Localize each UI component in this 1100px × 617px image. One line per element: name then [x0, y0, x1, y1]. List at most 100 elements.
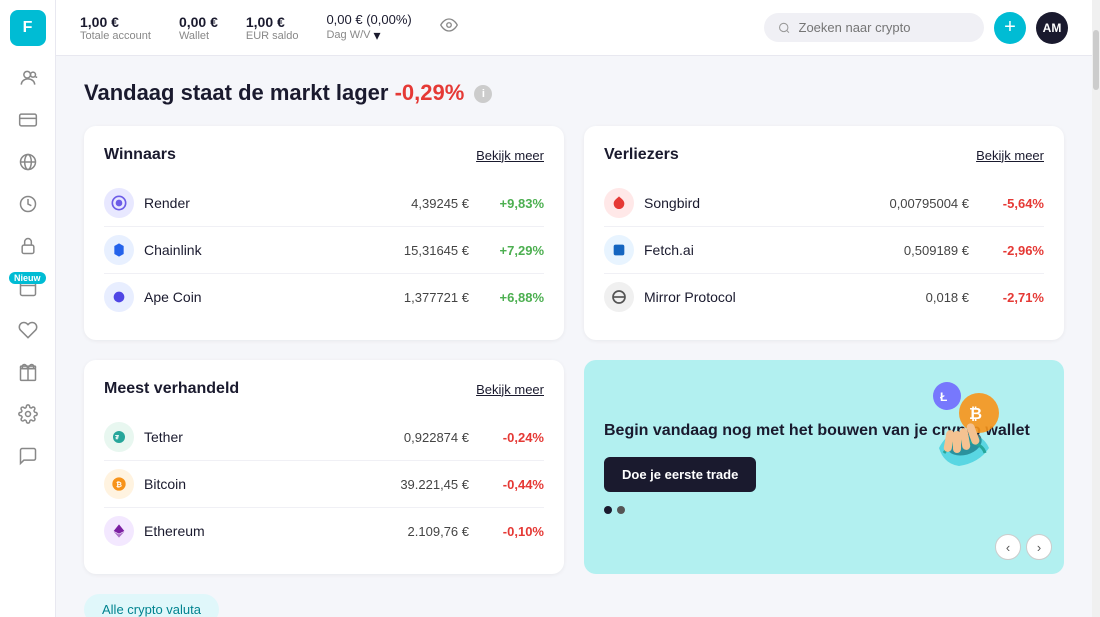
- avatar: AM: [1036, 12, 1068, 44]
- promo-prev-button[interactable]: ‹: [995, 534, 1021, 560]
- tether-change: -0,24%: [489, 430, 544, 445]
- dag-wv-chevron-icon: ▾: [373, 27, 380, 44]
- eur-saldo-stat: 1,00 € EUR saldo: [246, 14, 299, 42]
- mirror-change: -2,71%: [989, 290, 1044, 305]
- chainlink-price: 15,31645 €: [404, 243, 469, 258]
- sidebar-item-chat[interactable]: [10, 438, 46, 474]
- wallet-label: Wallet: [179, 30, 218, 42]
- bitcoin-icon: ₿: [104, 469, 134, 499]
- search-icon: [778, 21, 791, 35]
- sidebar-item-calendar[interactable]: Nieuw: [10, 270, 46, 306]
- sidebar: F Nieuw: [0, 0, 56, 617]
- bitcoin-price: 39.221,45 €: [400, 477, 469, 492]
- wallet-value: 0,00 €: [179, 14, 218, 30]
- coin-row-fetchai[interactable]: Fetch.ai 0,509189 € -2,96%: [604, 227, 1044, 274]
- tether-name: Tether: [144, 429, 394, 445]
- total-account-value: 1,00 €: [80, 14, 151, 30]
- dag-wv-label: Dag W/V: [326, 29, 370, 41]
- sidebar-logo[interactable]: F: [10, 10, 46, 46]
- winners-card: Winnaars Bekijk meer Render 4,39245 € +9…: [84, 126, 564, 340]
- mirror-name: Mirror Protocol: [644, 289, 916, 305]
- promo-button[interactable]: Doe je eerste trade: [604, 457, 756, 492]
- scrollbar[interactable]: [1092, 0, 1100, 617]
- winners-title: Winnaars: [104, 146, 176, 164]
- new-badge: Nieuw: [9, 272, 46, 284]
- svg-text:₮: ₮: [115, 435, 119, 442]
- coin-row-songbird[interactable]: Songbird 0,00795004 € -5,64%: [604, 180, 1044, 227]
- chainlink-change: +7,29%: [489, 243, 544, 258]
- coin-row-bitcoin[interactable]: ₿ Bitcoin 39.221,45 € -0,44%: [104, 461, 544, 508]
- header-right: + AM: [764, 12, 1068, 44]
- render-icon: [104, 188, 134, 218]
- most-traded-card: Meest verhandeld Bekijk meer ₮ Tether 0,…: [84, 360, 564, 574]
- svg-text:₿: ₿: [969, 405, 982, 423]
- apecoin-change: +6,88%: [489, 290, 544, 305]
- eur-saldo-value: 1,00 €: [246, 14, 299, 30]
- fetchai-icon: [604, 235, 634, 265]
- promo-dot-1[interactable]: [604, 506, 612, 514]
- dag-wv-stat: 0,00 € (0,00%) Dag W/V ▾: [326, 12, 411, 44]
- sidebar-item-card[interactable]: [10, 102, 46, 138]
- content-area: Vandaag staat de markt lager -0,29% i Wi…: [56, 56, 1092, 617]
- render-name: Render: [144, 195, 401, 211]
- losers-list: Songbird 0,00795004 € -5,64% Fetch.ai 0,…: [604, 180, 1044, 320]
- ethereum-price: 2.109,76 €: [408, 524, 469, 539]
- most-traded-list: ₮ Tether 0,922874 € -0,24% ₿ Bitcoin: [104, 414, 544, 554]
- songbird-price: 0,00795004 €: [889, 196, 969, 211]
- search-input[interactable]: [799, 20, 971, 35]
- ethereum-icon: [104, 516, 134, 546]
- promo-illustration: ₿ Ł: [909, 368, 1009, 478]
- wallet-stat: 0,00 € Wallet: [179, 14, 218, 42]
- info-icon[interactable]: i: [474, 85, 492, 103]
- coin-row-ethereum[interactable]: Ethereum 2.109,76 € -0,10%: [104, 508, 544, 554]
- songbird-name: Songbird: [644, 195, 879, 211]
- promo-card: Begin vandaag nog met het bouwen van je …: [584, 360, 1064, 574]
- render-price: 4,39245 €: [411, 196, 469, 211]
- fetchai-name: Fetch.ai: [644, 242, 894, 258]
- dag-wv-toggle[interactable]: Dag W/V ▾: [326, 27, 411, 44]
- coin-row-render[interactable]: Render 4,39245 € +9,83%: [104, 180, 544, 227]
- coin-row-chainlink[interactable]: Chainlink 15,31645 € +7,29%: [104, 227, 544, 274]
- promo-next-button[interactable]: ›: [1026, 534, 1052, 560]
- losers-bekijk-meer[interactable]: Bekijk meer: [976, 148, 1044, 163]
- promo-dots: [604, 506, 1044, 514]
- promo-navigation: ‹ ›: [995, 534, 1052, 560]
- sidebar-item-gift[interactable]: [10, 354, 46, 390]
- ethereum-change: -0,10%: [489, 524, 544, 539]
- search-box[interactable]: [764, 13, 984, 42]
- sidebar-item-globe[interactable]: [10, 144, 46, 180]
- promo-dot-2[interactable]: [617, 506, 625, 514]
- coin-row-mirror[interactable]: Mirror Protocol 0,018 € -2,71%: [604, 274, 1044, 320]
- coin-row-tether[interactable]: ₮ Tether 0,922874 € -0,24%: [104, 414, 544, 461]
- bottom-cards-row: Meest verhandeld Bekijk meer ₮ Tether 0,…: [84, 360, 1064, 574]
- winners-bekijk-meer[interactable]: Bekijk meer: [476, 148, 544, 163]
- sidebar-item-person[interactable]: [10, 60, 46, 96]
- header: 1,00 € Totale account 0,00 € Wallet 1,00…: [56, 0, 1092, 56]
- alle-crypto-button[interactable]: Alle crypto valuta: [84, 594, 219, 617]
- sidebar-item-heart[interactable]: [10, 312, 46, 348]
- apecoin-name: Ape Coin: [144, 289, 394, 305]
- sidebar-item-settings[interactable]: [10, 396, 46, 432]
- coin-row-apecoin[interactable]: Ape Coin 1,377721 € +6,88%: [104, 274, 544, 320]
- chainlink-name: Chainlink: [144, 242, 394, 258]
- sidebar-item-lock[interactable]: [10, 228, 46, 264]
- sidebar-item-clock[interactable]: [10, 186, 46, 222]
- tether-icon: ₮: [104, 422, 134, 452]
- fetchai-change: -2,96%: [989, 243, 1044, 258]
- fetchai-price: 0,509189 €: [904, 243, 969, 258]
- add-button[interactable]: +: [994, 12, 1026, 44]
- scrollbar-thumb[interactable]: [1093, 30, 1099, 90]
- losers-card: Verliezers Bekijk meer Songbird 0,007950…: [584, 126, 1064, 340]
- page-title: Vandaag staat de markt lager -0,29% i: [84, 80, 1064, 106]
- chainlink-icon: [104, 235, 134, 265]
- mirror-price: 0,018 €: [926, 290, 969, 305]
- losers-title: Verliezers: [604, 146, 679, 164]
- eye-icon[interactable]: [440, 16, 458, 39]
- apecoin-icon: [104, 282, 134, 312]
- apecoin-price: 1,377721 €: [404, 290, 469, 305]
- bitcoin-change: -0,44%: [489, 477, 544, 492]
- songbird-change: -5,64%: [989, 196, 1044, 211]
- total-account-label: Totale account: [80, 30, 151, 42]
- bitcoin-name: Bitcoin: [144, 476, 390, 492]
- most-traded-bekijk-meer[interactable]: Bekijk meer: [476, 382, 544, 397]
